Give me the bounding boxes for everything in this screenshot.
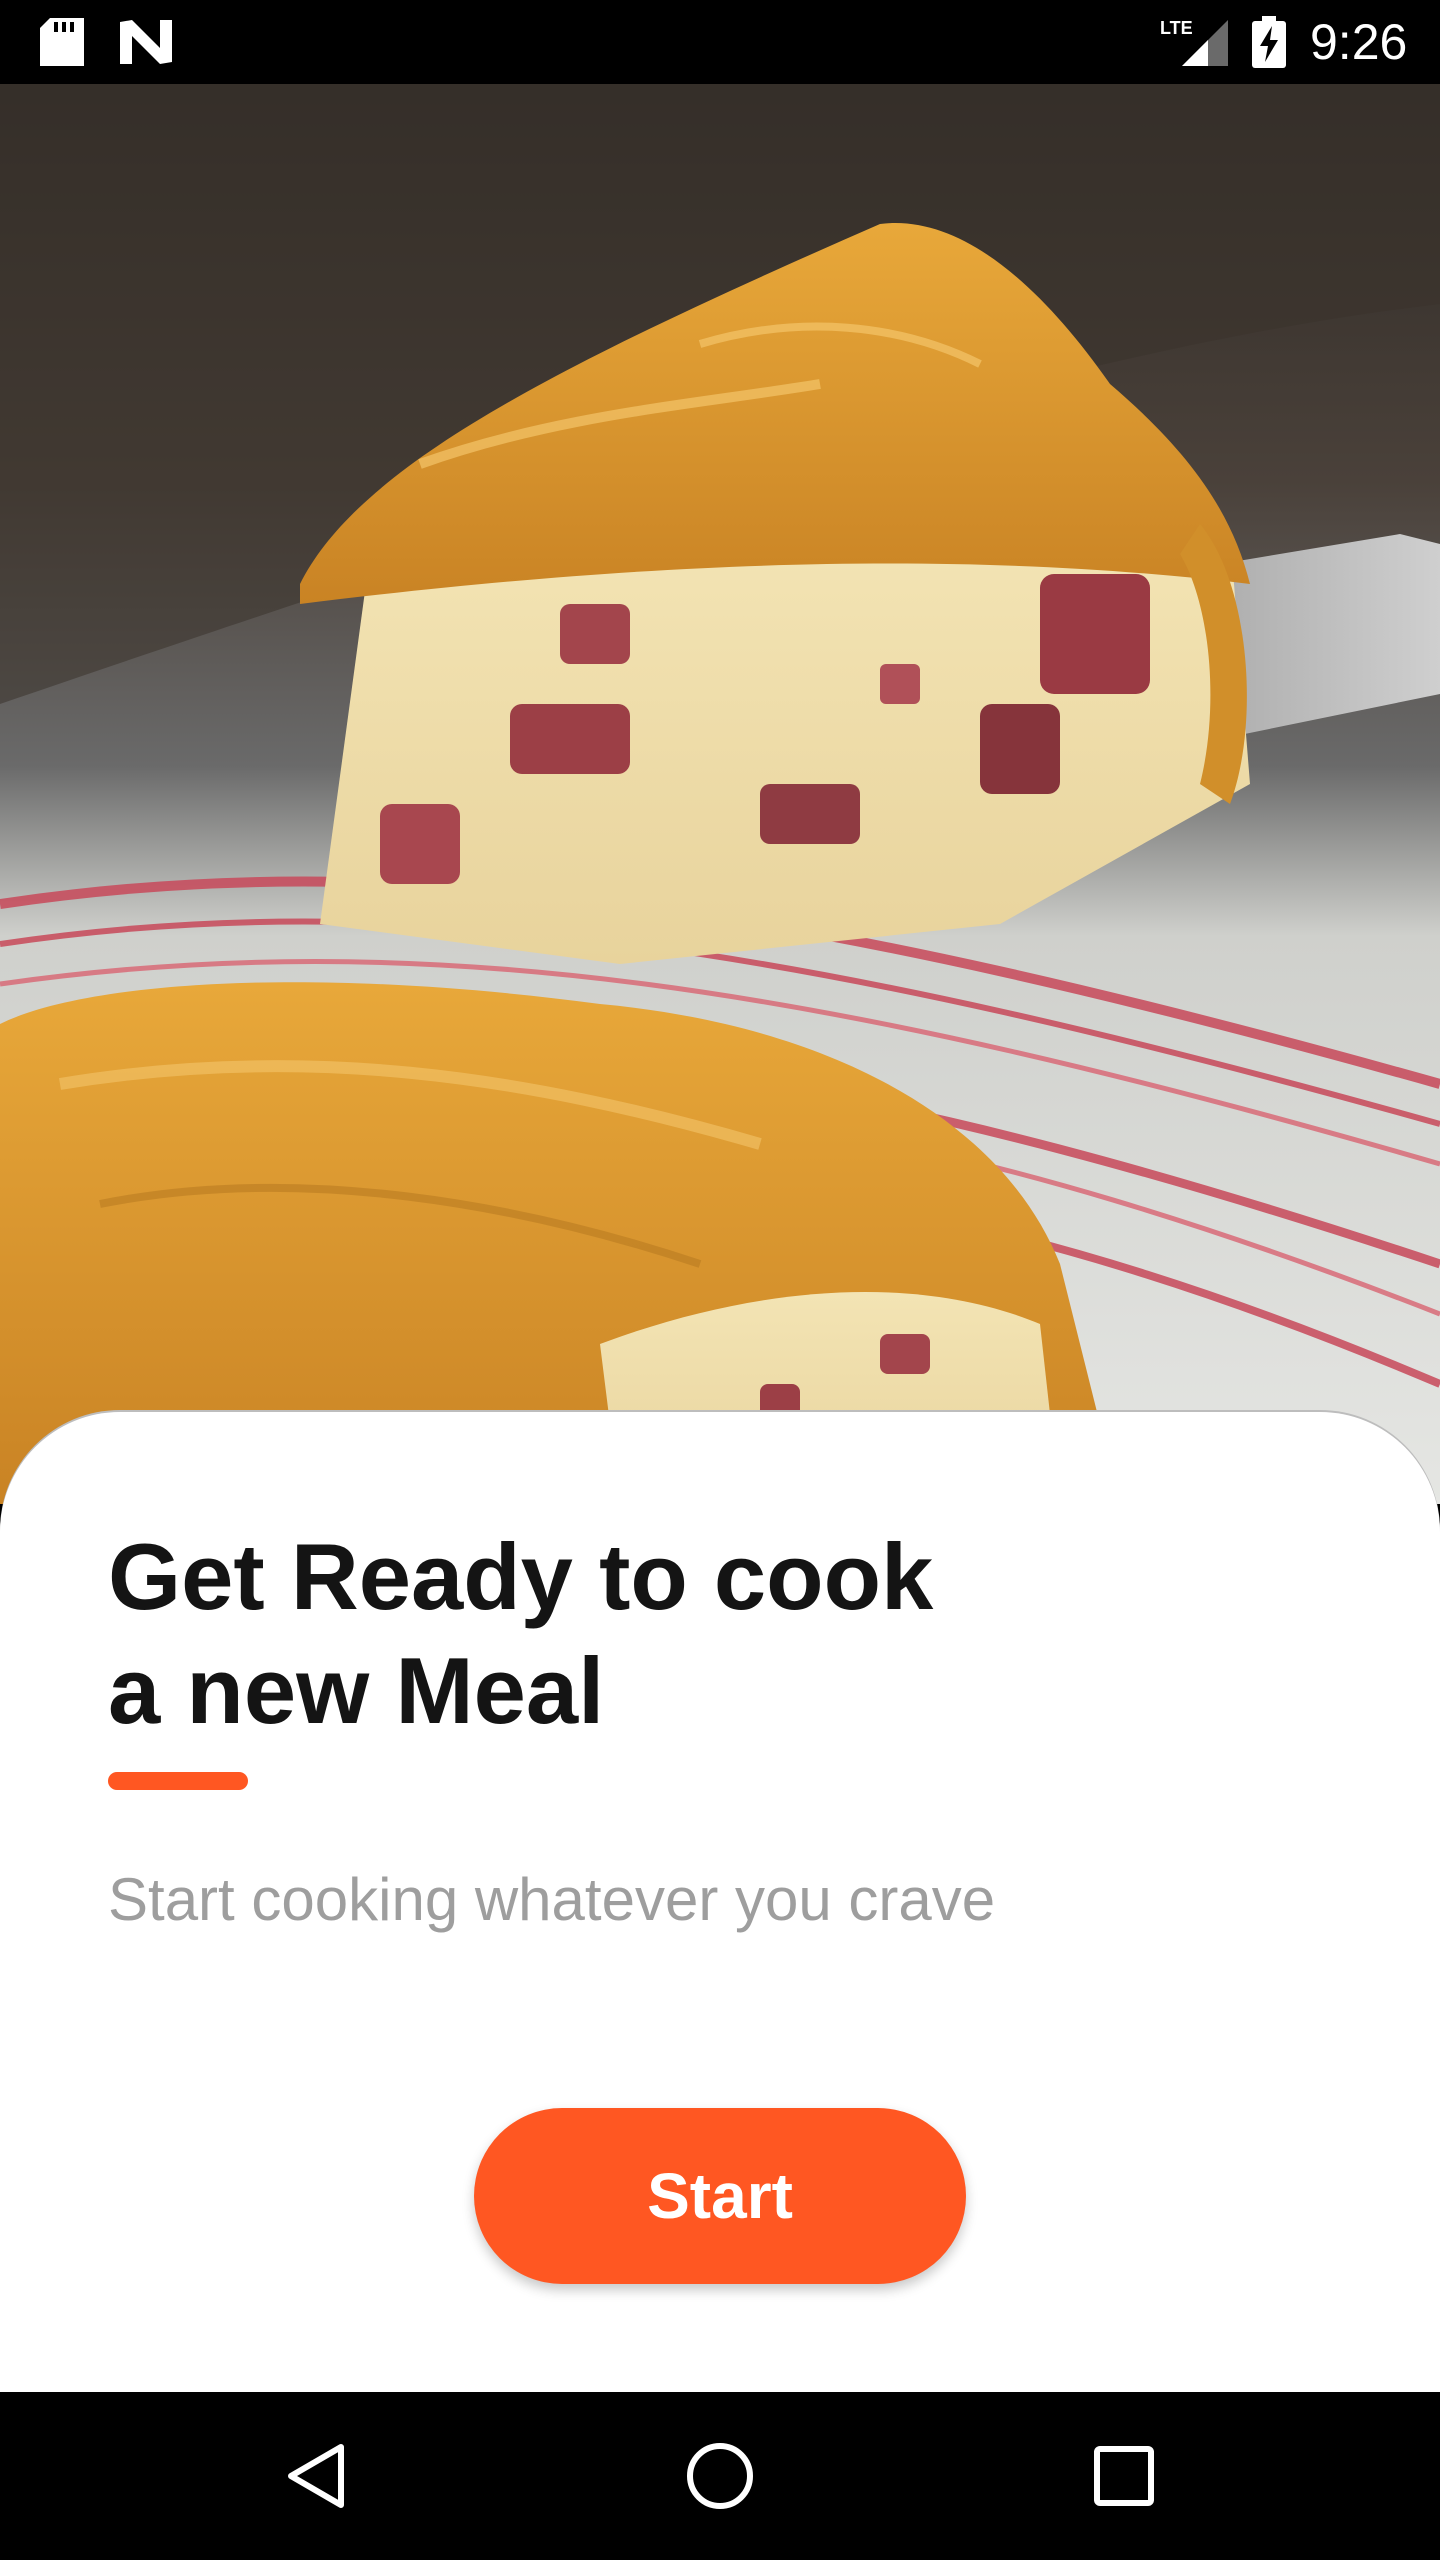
subtitle: Start cooking whatever you crave <box>108 1866 996 1933</box>
status-bar: LTE 9:26 <box>0 0 1440 84</box>
status-time: 9:26 <box>1310 14 1408 70</box>
page-title: Get Ready to cook a new Meal <box>108 1520 1108 1748</box>
svg-text:LTE: LTE <box>1160 18 1193 38</box>
title-line-1: Get Ready to cook <box>108 1524 934 1629</box>
home-circle-icon[interactable] <box>680 2436 760 2516</box>
n-notification-icon <box>118 18 174 71</box>
back-triangle-icon[interactable] <box>276 2436 356 2516</box>
navigation-bar <box>0 2392 1440 2560</box>
onboarding-card: Get Ready to cook a new Meal Start cooki… <box>0 1412 1440 2392</box>
sd-card-icon <box>40 18 84 71</box>
title-line-2: a new Meal <box>108 1638 605 1743</box>
hero-food-image <box>0 84 1440 1504</box>
battery-charging-icon <box>1252 16 1286 73</box>
lte-signal-icon: LTE <box>1160 16 1230 73</box>
recents-square-icon[interactable] <box>1084 2436 1164 2516</box>
title-accent-underline <box>108 1772 248 1790</box>
start-button[interactable]: Start <box>474 2108 966 2284</box>
